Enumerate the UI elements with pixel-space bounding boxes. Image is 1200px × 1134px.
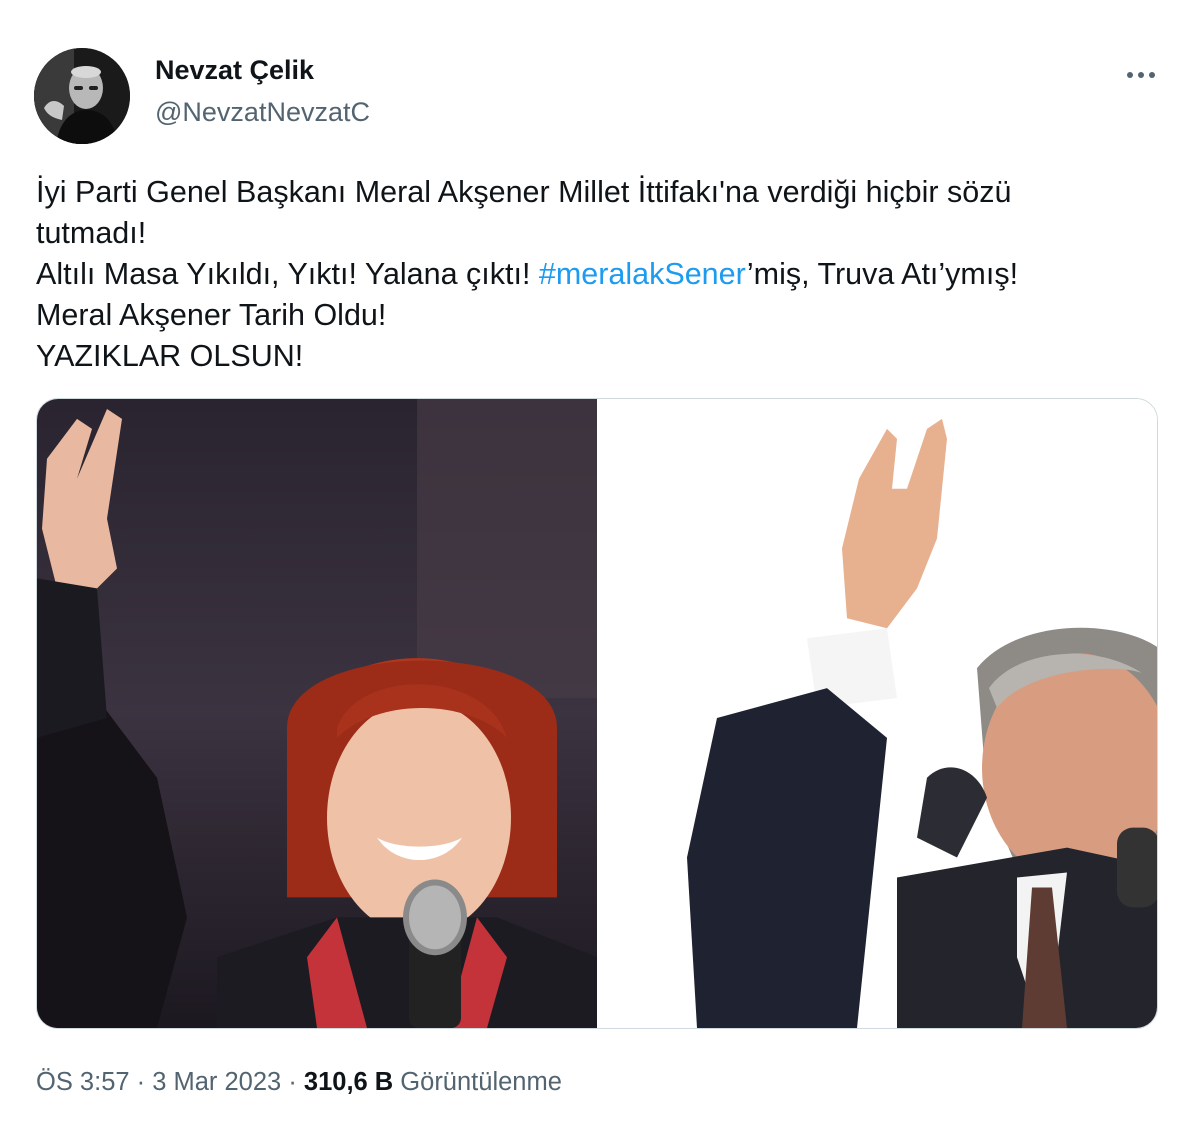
photo-woman-gesture <box>37 399 597 1028</box>
more-horizontal-icon <box>1125 72 1158 78</box>
avatar[interactable] <box>34 48 130 144</box>
more-options-button[interactable] <box>1116 58 1166 92</box>
tweet-text-line: YAZIKLAR OLSUN! <box>36 339 304 373</box>
tweet-text-line: Altılı Masa Yıkıldı, Yıktı! Yalana çıktı… <box>36 254 1156 295</box>
tweet-meta: ÖS 3:57 · 3 Mar 2023 · 310,6 B Görüntüle… <box>36 1068 562 1097</box>
views-count: 310,6 B <box>303 1068 394 1096</box>
author-handle[interactable]: @NevzatNevzatC <box>155 97 370 128</box>
tweet-text-segment: Altılı Masa Yıkıldı, Yıktı! Yalana çıktı… <box>36 257 539 291</box>
views-label: Görüntülenme <box>393 1068 562 1096</box>
author-display-name[interactable]: Nevzat Çelik <box>155 55 314 86</box>
views-link[interactable]: 310,6 B Görüntülenme <box>304 1068 562 1096</box>
tweet-text-line: tutmadı! <box>36 216 147 250</box>
tweet-media[interactable] <box>36 398 1158 1029</box>
hashtag-link[interactable]: #meralakSener <box>539 257 747 291</box>
media-photo-left[interactable] <box>37 399 597 1028</box>
tweet-time: ÖS 3:57 <box>36 1068 130 1096</box>
tweet-date: 3 Mar 2023 <box>152 1068 282 1096</box>
tweet-text-segment: ’miş, Truva Atı’ymış! <box>746 257 1019 291</box>
tweet-timestamp-link[interactable]: ÖS 3:57 · 3 Mar 2023 <box>36 1068 281 1096</box>
media-photo-right[interactable] <box>597 399 1157 1028</box>
tweet-text: İyi Parti Genel Başkanı Meral Akşener Mi… <box>36 172 1156 377</box>
meta-separator: · <box>129 1068 153 1096</box>
tweet-text-line: Meral Akşener Tarih Oldu! <box>36 298 387 332</box>
tweet-card: Nevzat Çelik @NevzatNevzatC İyi Parti Ge… <box>0 0 1200 1134</box>
meta-separator: · <box>281 1068 304 1096</box>
avatar-photo <box>34 48 130 144</box>
tweet-text-line: İyi Parti Genel Başkanı Meral Akşener Mi… <box>36 175 1012 209</box>
photo-man-gesture <box>597 399 1157 1028</box>
